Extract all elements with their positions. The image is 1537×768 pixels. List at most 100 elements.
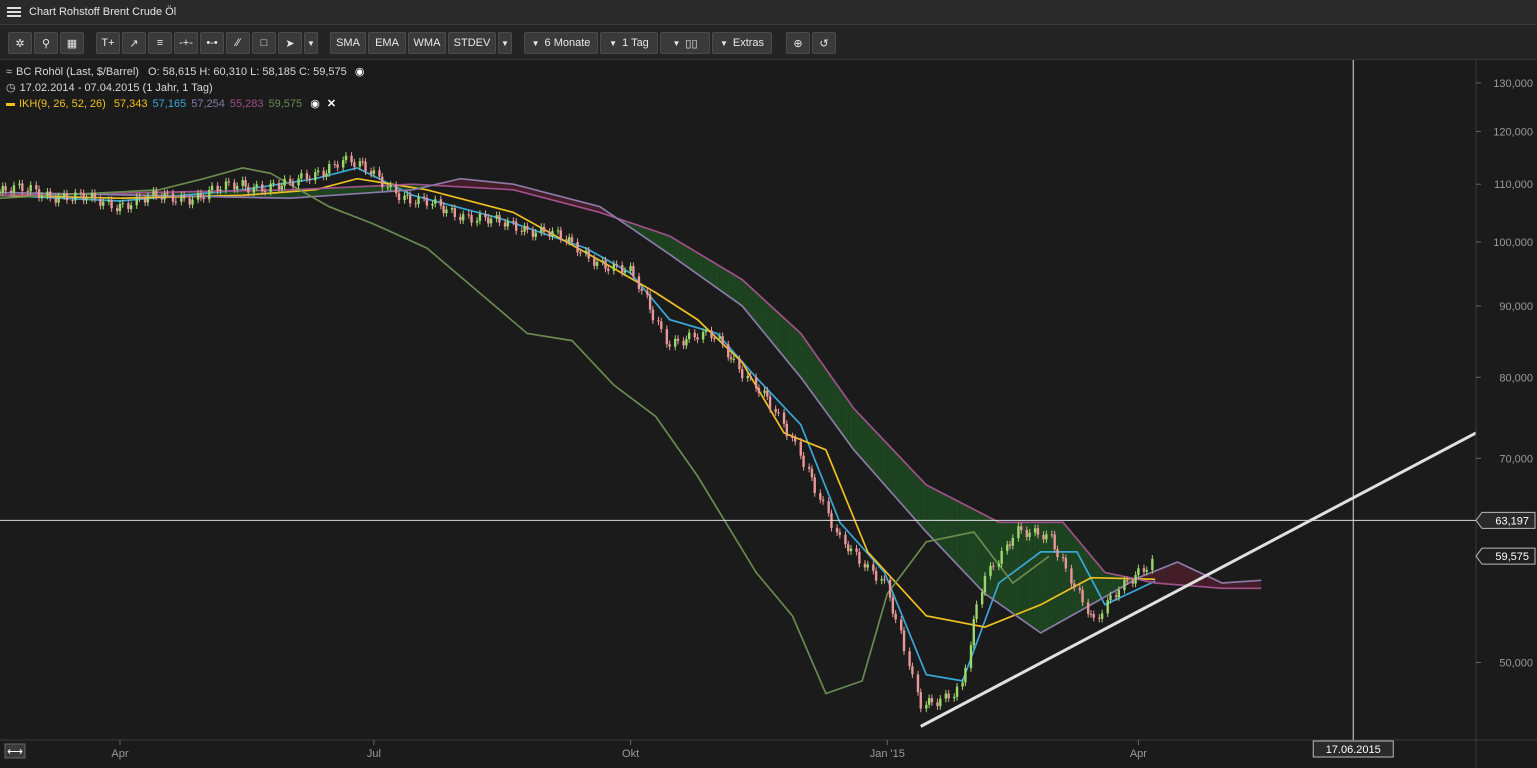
period-select[interactable]: ▼ 6 Monate bbox=[524, 32, 598, 54]
crosshair-value-label: 63,197 bbox=[1495, 515, 1529, 527]
cloud-segment bbox=[870, 425, 877, 474]
candle-body bbox=[297, 178, 300, 186]
candle-body bbox=[939, 698, 942, 707]
candle-body bbox=[1126, 580, 1129, 582]
extras-select[interactable]: ▼ Extras bbox=[712, 32, 772, 54]
interval-select[interactable]: ▼ 1 Tag bbox=[600, 32, 658, 54]
candle-body bbox=[819, 493, 822, 500]
candle-body bbox=[188, 198, 191, 205]
hamburger-menu-icon[interactable] bbox=[7, 7, 21, 17]
close-icon[interactable]: ✕ bbox=[327, 98, 336, 110]
cloud-segment bbox=[797, 330, 804, 381]
candle-body bbox=[182, 195, 186, 199]
ema-button[interactable]: EMA bbox=[368, 32, 406, 54]
candle-body bbox=[350, 155, 353, 163]
cloud-segment bbox=[329, 187, 335, 196]
candle-body bbox=[325, 173, 328, 177]
candle-body bbox=[280, 185, 284, 190]
candle-body bbox=[710, 330, 713, 338]
candle-body bbox=[556, 230, 560, 232]
candle-body bbox=[704, 330, 708, 333]
candle-body bbox=[810, 468, 814, 478]
candle-body bbox=[1106, 600, 1109, 614]
candle-body bbox=[1134, 575, 1137, 584]
candle-body bbox=[551, 231, 554, 237]
candle-body bbox=[495, 215, 498, 219]
hline-tool-icon[interactable]: -+- bbox=[174, 32, 198, 54]
candle-body bbox=[378, 170, 381, 177]
candle-body bbox=[498, 215, 501, 223]
settings-circle-icon[interactable]: ◉ bbox=[355, 66, 365, 78]
candle-body bbox=[512, 221, 515, 223]
undo-icon[interactable]: ↺ bbox=[812, 32, 836, 54]
fib-tool-icon[interactable]: ≡ bbox=[148, 32, 172, 54]
hray-tool-icon[interactable]: •-• bbox=[200, 32, 224, 54]
candle-body bbox=[102, 201, 105, 206]
chevron-down-icon[interactable]: ▼ bbox=[304, 32, 318, 54]
candle-body bbox=[657, 320, 660, 322]
candle-body bbox=[272, 183, 275, 185]
candle-body bbox=[277, 183, 281, 190]
candlestick-icon: ▯▯ bbox=[685, 37, 698, 50]
candle-body bbox=[453, 208, 456, 217]
channel-tool-icon[interactable]: ∕∕ bbox=[226, 32, 250, 54]
settings-icon[interactable]: ✲ bbox=[8, 32, 32, 54]
y-tick-label: 80,000 bbox=[1499, 372, 1533, 384]
grid-icon[interactable]: ▦ bbox=[60, 32, 84, 54]
candle-body bbox=[693, 332, 696, 338]
cursor-tool-icon[interactable]: ➤ bbox=[278, 32, 302, 54]
candle-body bbox=[570, 237, 574, 242]
candle-body bbox=[595, 261, 599, 266]
stdev-button[interactable]: STDEV bbox=[448, 32, 496, 54]
indicator-value-3: 55,283 bbox=[229, 98, 264, 110]
chart-type-select[interactable]: ▼ ▯▯ bbox=[660, 32, 710, 54]
candle-body bbox=[740, 369, 744, 379]
cloud-segment bbox=[786, 320, 793, 367]
sma-button[interactable]: SMA bbox=[330, 32, 366, 54]
candle-body bbox=[1008, 544, 1012, 546]
series-line-4 bbox=[0, 167, 1050, 695]
candle-body bbox=[925, 704, 928, 709]
wma-button[interactable]: WMA bbox=[408, 32, 446, 54]
rectangle-tool-icon[interactable]: □ bbox=[252, 32, 276, 54]
candle-body bbox=[523, 226, 526, 232]
cloud-segment bbox=[781, 314, 787, 360]
candle-body bbox=[1081, 589, 1084, 603]
candle-body bbox=[322, 170, 325, 177]
candle-body bbox=[316, 170, 320, 173]
candle-body bbox=[118, 203, 122, 212]
candle-body bbox=[336, 164, 339, 168]
candle-body bbox=[629, 266, 632, 271]
text-tool-icon[interactable]: T+ bbox=[96, 32, 120, 54]
range-info: ◷ 17.02.2014 - 07.04.2015 (1 Jahr, 1 Tag) bbox=[6, 81, 213, 94]
candle-body bbox=[1042, 534, 1045, 540]
chevron-down-icon[interactable]: ▼ bbox=[498, 32, 512, 54]
candle-body bbox=[855, 548, 858, 552]
candle-body bbox=[478, 213, 482, 221]
candle-body bbox=[799, 441, 802, 456]
cloud-segment bbox=[1004, 522, 1011, 612]
candle-body bbox=[434, 199, 437, 204]
candle-body bbox=[872, 564, 875, 571]
cloud-segment bbox=[239, 190, 246, 198]
candle-body bbox=[180, 195, 183, 202]
crosshair: 63,197 17.06.2015 59,575 bbox=[0, 60, 1536, 758]
candle-body bbox=[283, 178, 286, 186]
candle-body bbox=[57, 196, 60, 203]
candle-body bbox=[576, 241, 579, 253]
candle-body bbox=[138, 196, 141, 199]
candle-body bbox=[601, 260, 604, 262]
search-icon[interactable]: ⚲ bbox=[34, 32, 58, 54]
indicator-value-1: 57,165 bbox=[152, 98, 187, 110]
candle-body bbox=[21, 183, 24, 192]
candle-body bbox=[199, 193, 203, 198]
line-tool-icon[interactable]: ↗ bbox=[122, 32, 146, 54]
candle-body bbox=[961, 682, 964, 687]
settings-circle-icon[interactable]: ◉ bbox=[310, 98, 320, 110]
cloud-segment bbox=[920, 478, 927, 532]
zoom-icon[interactable]: ⊕ bbox=[786, 32, 810, 54]
candle-body bbox=[668, 344, 671, 347]
candlesticks bbox=[0, 152, 1154, 713]
price-chart[interactable]: 130,000 120,000 110,000 100,000 90,000 80,000… bbox=[0, 60, 1537, 768]
candle-body bbox=[9, 190, 13, 193]
